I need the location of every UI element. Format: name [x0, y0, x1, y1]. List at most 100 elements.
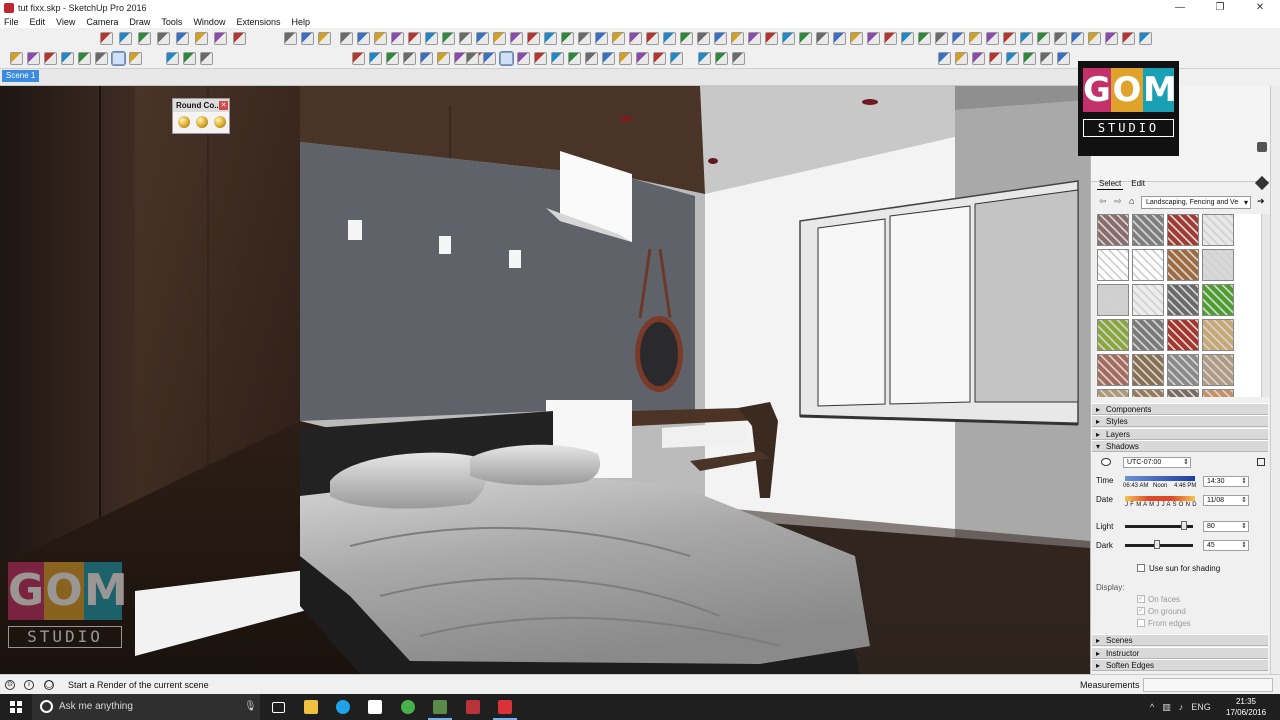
material-swatch[interactable] — [1097, 249, 1129, 281]
toolbar-tool-icon[interactable] — [420, 52, 433, 65]
toolbar-tool-icon[interactable] — [499, 51, 514, 66]
toolbar-tool-icon[interactable] — [680, 32, 693, 45]
light-slider-thumb[interactable] — [1181, 521, 1187, 530]
toolbar-tool-icon[interactable] — [233, 32, 246, 45]
time-slider-track[interactable] — [1125, 476, 1195, 481]
toolbar-tool-icon[interactable] — [493, 32, 506, 45]
toolbar-tool-icon[interactable] — [918, 32, 931, 45]
toolbar-tool-icon[interactable] — [1122, 32, 1135, 45]
toolbar-tool-icon[interactable] — [646, 32, 659, 45]
section-scenes[interactable]: Scenes — [1092, 634, 1268, 646]
menu-draw[interactable]: Draw — [129, 17, 150, 27]
toolbar-tool-icon[interactable] — [698, 52, 711, 65]
toolbar-tool-icon[interactable] — [442, 32, 455, 45]
tab-edit[interactable]: Edit — [1129, 178, 1147, 190]
toolbar-tool-icon[interactable] — [714, 32, 727, 45]
toolbar-tool-icon[interactable] — [1105, 32, 1118, 45]
toolbar-tool-icon[interactable] — [884, 32, 897, 45]
timezone-select[interactable]: UTC-07:00 — [1123, 457, 1191, 468]
material-swatch[interactable] — [1097, 389, 1129, 397]
toolbar-tool-icon[interactable] — [816, 32, 829, 45]
toolbar-tool-icon[interactable] — [731, 32, 744, 45]
toolbar-tool-icon[interactable] — [157, 32, 170, 45]
system-clock[interactable]: 21:35 17/06/2016 — [1226, 696, 1266, 718]
round-corner-icon[interactable] — [178, 116, 190, 128]
toolbar-tool-icon[interactable] — [782, 32, 795, 45]
toolbar-tool-icon[interactable] — [578, 32, 591, 45]
toolbar-tool-icon[interactable] — [833, 32, 846, 45]
toolbar-tool-icon[interactable] — [969, 32, 982, 45]
toolbar-tool-icon[interactable] — [602, 52, 615, 65]
task-view-button[interactable] — [264, 694, 294, 720]
toolbar-tool-icon[interactable] — [214, 32, 227, 45]
section-components[interactable]: Components — [1092, 403, 1268, 415]
toolbar-tool-icon[interactable] — [670, 52, 683, 65]
toolbar-tool-icon[interactable] — [585, 52, 598, 65]
toolbar-tool-icon[interactable] — [100, 32, 113, 45]
material-swatch[interactable] — [1202, 389, 1234, 397]
toolbar-tool-icon[interactable] — [408, 32, 421, 45]
taskbar-app-green[interactable] — [393, 694, 423, 720]
toolbar-tool-icon[interactable] — [129, 52, 142, 65]
round-corner-panel[interactable]: Round Co... ✕ — [172, 98, 230, 134]
toolbar-tool-icon[interactable] — [1057, 52, 1070, 65]
toolbar-tool-icon[interactable] — [138, 32, 151, 45]
material-swatch[interactable] — [1097, 319, 1129, 351]
shadow-toggle-icon[interactable] — [1101, 458, 1111, 466]
toolbar-tool-icon[interactable] — [284, 32, 297, 45]
notifications-chevron-icon[interactable]: ^ — [1150, 702, 1154, 713]
toolbar-tool-icon[interactable] — [544, 32, 557, 45]
toolbar-tool-icon[interactable] — [78, 52, 91, 65]
toolbar-tool-icon[interactable] — [1003, 32, 1016, 45]
toolbar-tool-icon[interactable] — [972, 52, 985, 65]
toolbar-tool-icon[interactable] — [1040, 52, 1053, 65]
on-faces-checkbox[interactable]: ✓ — [1137, 595, 1145, 603]
toolbar-tool-icon[interactable] — [952, 32, 965, 45]
toolbar-tool-icon[interactable] — [595, 32, 608, 45]
menu-window[interactable]: Window — [193, 17, 225, 27]
light-input[interactable]: 80 — [1203, 521, 1249, 532]
geo-location-icon[interactable]: ⊙ — [5, 680, 15, 690]
windows-start-icon[interactable] — [10, 701, 22, 713]
toolbar-tool-icon[interactable] — [1020, 32, 1033, 45]
toolbar-tool-icon[interactable] — [425, 32, 438, 45]
toolbar-tool-icon[interactable] — [352, 52, 365, 65]
toolbar-tool-icon[interactable] — [867, 32, 880, 45]
toolbar-tool-icon[interactable] — [111, 51, 126, 66]
material-swatch[interactable] — [1167, 284, 1199, 316]
toolbar-tool-icon[interactable] — [1023, 52, 1036, 65]
back-arrow-icon[interactable]: ⇦ — [1099, 196, 1107, 207]
scene-tab-1[interactable]: Scene 1 — [2, 70, 40, 82]
taskbar-photos[interactable] — [360, 694, 390, 720]
menu-tools[interactable]: Tools — [161, 17, 182, 27]
toolbar-tool-icon[interactable] — [1037, 32, 1050, 45]
sample-paint-icon[interactable] — [1254, 175, 1270, 191]
material-swatch[interactable] — [1167, 319, 1199, 351]
toolbar-tool-icon[interactable] — [510, 32, 523, 45]
toolbar-tool-icon[interactable] — [663, 32, 676, 45]
taskbar-style-builder[interactable] — [458, 694, 488, 720]
menu-extensions[interactable]: Extensions — [236, 17, 280, 27]
material-swatch[interactable] — [1097, 354, 1129, 386]
toolbar-tool-icon[interactable] — [568, 52, 581, 65]
material-swatch[interactable] — [1167, 389, 1199, 397]
toolbar-tool-icon[interactable] — [636, 52, 649, 65]
toolbar-tool-icon[interactable] — [989, 52, 1002, 65]
taskbar-file-explorer[interactable] — [296, 694, 326, 720]
material-swatch[interactable] — [1202, 284, 1234, 316]
toolbar-tool-icon[interactable] — [1071, 32, 1084, 45]
toolbar-tool-icon[interactable] — [391, 32, 404, 45]
toolbar-tool-icon[interactable] — [476, 32, 489, 45]
toolbar-tool-icon[interactable] — [195, 32, 208, 45]
toolbar-tool-icon[interactable] — [369, 52, 382, 65]
menu-edit[interactable]: Edit — [30, 17, 46, 27]
swatch-scrollbar[interactable] — [1261, 214, 1270, 397]
toolbar-tool-icon[interactable] — [403, 52, 416, 65]
section-layers[interactable]: Layers — [1092, 428, 1268, 440]
toolbar-tool-icon[interactable] — [27, 52, 40, 65]
close-button[interactable]: ✕ — [1240, 0, 1280, 16]
toolbar-tool-icon[interactable] — [166, 52, 179, 65]
forward-arrow-icon[interactable]: ⇨ — [1114, 196, 1122, 207]
material-swatch[interactable] — [1097, 284, 1129, 316]
menu-view[interactable]: View — [56, 17, 75, 27]
